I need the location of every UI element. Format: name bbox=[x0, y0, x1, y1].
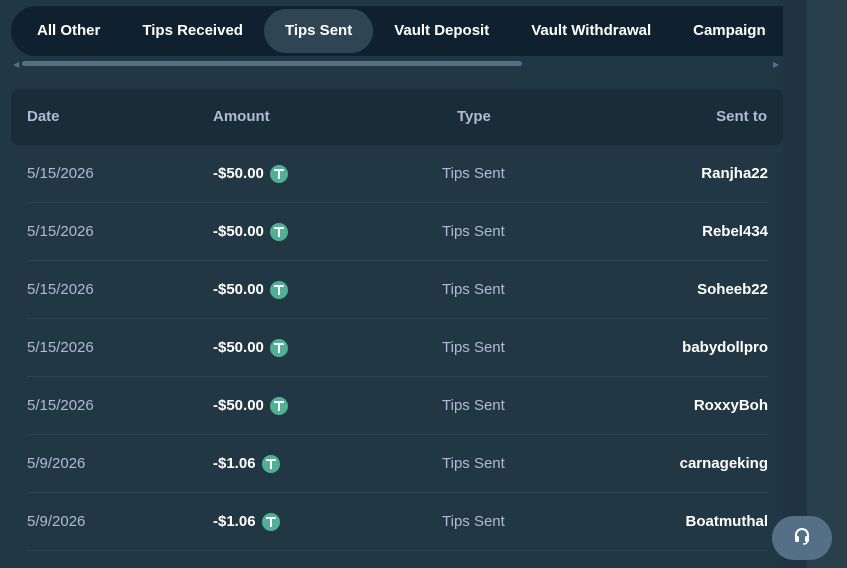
type-cell: Tips Sent bbox=[442, 455, 505, 472]
tether-coin-icon bbox=[269, 397, 288, 415]
header-type: Type bbox=[457, 108, 491, 125]
date-cell: 5/15/2026 bbox=[27, 281, 94, 298]
sent-to-cell[interactable]: Boatmuthal bbox=[686, 493, 769, 551]
date-cell: 5/15/2026 bbox=[27, 397, 94, 414]
date-cell: 5/15/2026 bbox=[27, 339, 94, 356]
type-cell: Tips Sent bbox=[442, 397, 505, 414]
amount-value: -$50.00 bbox=[213, 223, 264, 240]
type-cell: Tips Sent bbox=[442, 339, 505, 356]
sent-to-cell[interactable]: Soheeb22 bbox=[697, 261, 768, 319]
tab-vault-withdrawal[interactable]: Vault Withdrawal bbox=[510, 9, 672, 53]
type-cell: Tips Sent bbox=[442, 281, 505, 298]
tab-campaign[interactable]: Campaign bbox=[672, 9, 783, 53]
sent-to-cell[interactable]: babydollpro bbox=[682, 319, 768, 377]
sent-to-cell[interactable]: Ranjha22 bbox=[701, 145, 768, 203]
amount-cell: -$1.06 bbox=[213, 435, 280, 493]
header-sent-to: Sent to bbox=[716, 108, 767, 125]
tab-bar: All Other Tips Received Tips Sent Vault Dep… bbox=[11, 6, 783, 56]
date-cell: 5/9/2026 bbox=[27, 455, 86, 472]
support-button[interactable] bbox=[772, 516, 832, 560]
table-row: 5/9/2026 -$1.06 Tips Sent carnageking bbox=[27, 435, 768, 493]
tether-coin-icon bbox=[269, 223, 288, 241]
table-row: 5/15/2026 -$50.00 Tips Sent Soheeb22 bbox=[27, 261, 768, 319]
amount-value: -$50.00 bbox=[213, 339, 264, 356]
type-cell: Tips Sent bbox=[442, 223, 505, 240]
table-row: 5/15/2026 -$50.00 Tips Sent RoxxyBoh bbox=[27, 377, 768, 435]
tether-coin-icon bbox=[269, 165, 288, 183]
side-rail bbox=[807, 0, 847, 568]
tab-list: All Other Tips Received Tips Sent Vault Dep… bbox=[11, 6, 783, 56]
type-cell: Tips Sent bbox=[442, 513, 505, 530]
transactions-panel: All Other Tips Received Tips Sent Vault Dep… bbox=[0, 0, 783, 568]
horizontal-scrollbar-thumb[interactable] bbox=[22, 61, 522, 66]
header-date: Date bbox=[27, 108, 60, 125]
date-cell: 5/15/2026 bbox=[27, 223, 94, 240]
amount-cell: -$50.00 bbox=[213, 377, 288, 435]
scroll-left-icon[interactable]: ◀ bbox=[13, 60, 19, 69]
table-row: 5/15/2026 -$50.00 Tips Sent babydollpro bbox=[27, 319, 768, 377]
tether-coin-icon bbox=[261, 455, 280, 473]
tether-coin-icon bbox=[269, 339, 288, 357]
sent-to-cell[interactable]: RoxxyBoh bbox=[694, 377, 768, 435]
tab-tips-received[interactable]: Tips Received bbox=[121, 9, 264, 53]
table-row: 5/15/2026 -$50.00 Tips Sent Ranjha22 bbox=[27, 145, 768, 203]
tether-coin-icon bbox=[269, 281, 288, 299]
amount-cell: -$50.00 bbox=[213, 261, 288, 319]
table-row: 5/15/2026 -$50.00 Tips Sent Rebel434 bbox=[27, 203, 768, 261]
amount-value: -$50.00 bbox=[213, 281, 264, 298]
amount-value: -$1.06 bbox=[213, 513, 256, 530]
amount-cell: -$50.00 bbox=[213, 203, 288, 261]
sent-to-cell[interactable]: Rebel434 bbox=[702, 203, 768, 261]
amount-cell: -$50.00 bbox=[213, 145, 288, 203]
tab-vault-deposit[interactable]: Vault Deposit bbox=[373, 9, 510, 53]
amount-value: -$50.00 bbox=[213, 165, 264, 182]
scroll-gutter bbox=[783, 0, 807, 568]
date-cell: 5/9/2026 bbox=[27, 513, 86, 530]
amount-cell: -$50.00 bbox=[213, 319, 288, 377]
amount-cell: -$1.06 bbox=[213, 493, 280, 551]
table-row: 5/9/2026 -$1.06 Tips Sent Boatmuthal bbox=[27, 493, 768, 551]
sent-to-cell[interactable]: carnageking bbox=[680, 435, 768, 493]
table-header: Date Amount Type Sent to bbox=[11, 89, 783, 145]
headset-icon bbox=[792, 526, 812, 551]
amount-value: -$1.06 bbox=[213, 455, 256, 472]
tether-coin-icon bbox=[261, 513, 280, 531]
type-cell: Tips Sent bbox=[442, 165, 505, 182]
tab-tips-sent[interactable]: Tips Sent bbox=[263, 9, 374, 53]
tab-all-other[interactable]: All Other bbox=[16, 9, 121, 53]
date-cell: 5/15/2026 bbox=[27, 165, 94, 182]
header-amount: Amount bbox=[213, 108, 270, 125]
table-body: 5/15/2026 -$50.00 Tips Sent Ranjha22 5/15/20… bbox=[27, 145, 768, 551]
scroll-right-icon[interactable]: ▶ bbox=[773, 60, 779, 69]
amount-value: -$50.00 bbox=[213, 397, 264, 414]
